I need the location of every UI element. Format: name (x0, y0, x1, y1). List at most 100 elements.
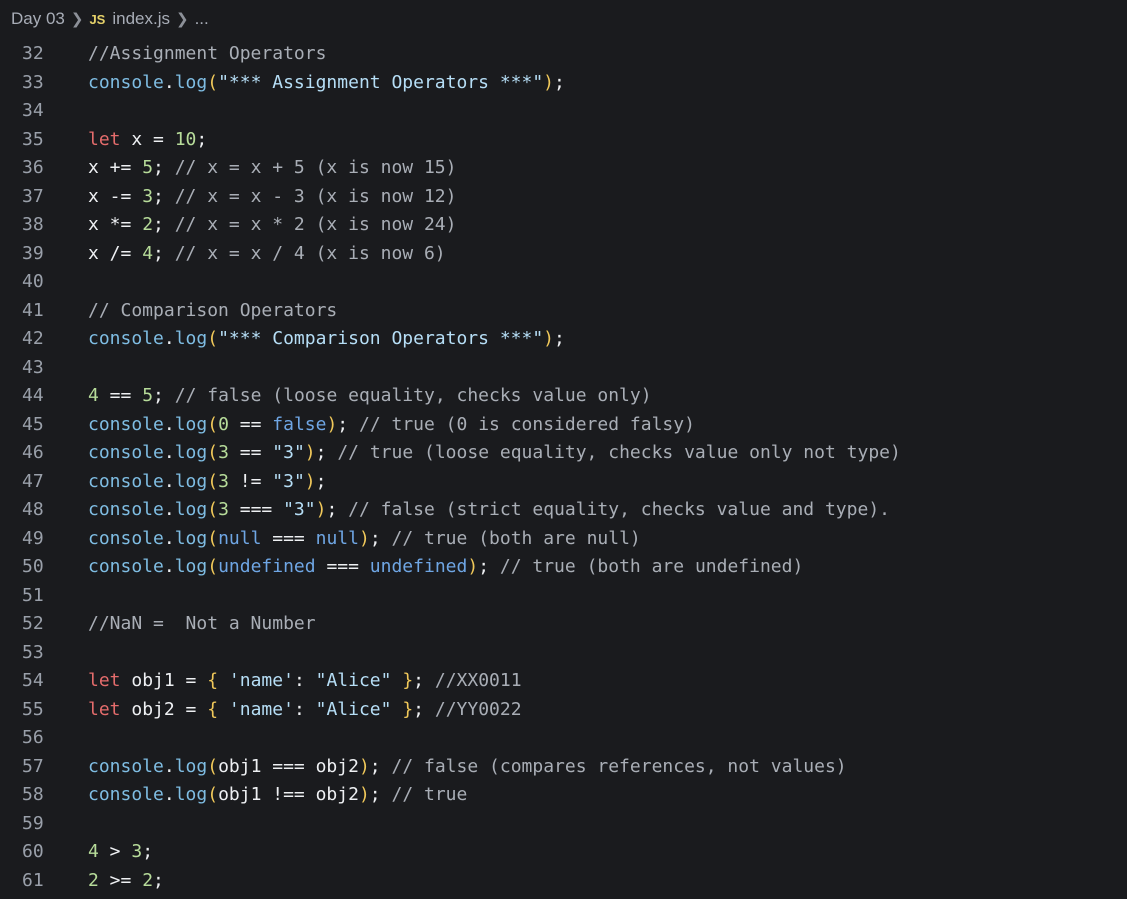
line-content: 4 > 3; (88, 838, 153, 867)
code-token: 2 (88, 869, 99, 891)
code-line[interactable]: 36 x += 5; // x = x + 5 (x is now 15) (0, 154, 1127, 183)
code-line[interactable]: 43 (0, 354, 1127, 383)
code-line[interactable]: 38 x *= 2; // x = x * 2 (x is now 24) (0, 211, 1127, 240)
code-token: ; (413, 698, 435, 720)
line-content: console.log(obj1 === obj2); // false (co… (88, 753, 847, 782)
code-area[interactable]: 32//Assignment Operators 33 console.log("*… (0, 40, 1127, 895)
code-token: 4 (142, 242, 154, 264)
code-token: . (163, 328, 175, 349)
code-line[interactable]: 57 console.log(obj1 === obj2); // false (… (0, 753, 1127, 782)
code-token: "3" (272, 442, 305, 463)
code-token: undefined (218, 556, 316, 577)
breadcrumb-folder[interactable]: Day 03 (11, 9, 65, 29)
code-line[interactable]: 42 console.log("*** Comparison Operators … (0, 325, 1127, 354)
code-token: . (163, 71, 175, 93)
code-token: . (163, 527, 175, 549)
code-token: 4 (88, 385, 99, 406)
line-content: console.log(3 != "3"); (88, 468, 326, 497)
code-line[interactable]: 50 console.log(undefined === undefined); … (0, 553, 1127, 582)
code-line[interactable]: 40 (0, 268, 1127, 297)
code-token: console (88, 442, 164, 463)
chevron-right-icon: ❯ (176, 11, 189, 28)
code-token: console (88, 71, 164, 93)
code-token: console (88, 499, 164, 520)
line-number: 45 (22, 413, 44, 435)
code-line[interactable]: 54 let obj1 = { 'name': "Alice" }; //XX00… (0, 667, 1127, 696)
code-token: 3 (218, 442, 229, 463)
breadcrumb-file[interactable]: index.js (112, 9, 170, 29)
line-number: 33 (22, 71, 44, 93)
code-token: 3 (131, 841, 143, 862)
code-token: null (218, 527, 262, 549)
code-token: ; (369, 527, 392, 549)
code-token: ( (207, 556, 219, 577)
code-token: ) (358, 784, 370, 805)
code-line[interactable]: 58 console.log(obj1 !== obj2); // true (0, 781, 1127, 810)
code-token: // x = x * 2 (x is now 24) (174, 214, 457, 235)
javascript-file-icon: JS (89, 11, 106, 27)
code-token: == (228, 413, 273, 435)
code-line[interactable]: 55 let obj2 = { 'name': "Alice" }; //YY00… (0, 696, 1127, 725)
line-content: console.log(0 == false); // true (0 is c… (88, 411, 695, 440)
code-line[interactable]: 44 4 == 5; // false (loose equality, chec… (0, 382, 1127, 411)
code-token: console (88, 413, 164, 435)
code-token: { (207, 670, 219, 691)
code-token: // x = x / 4 (x is now 6) (174, 242, 446, 264)
line-content: 2 >= 2; (88, 867, 164, 896)
code-line[interactable]: 41 // Comparison Operators (0, 297, 1127, 326)
code-line[interactable]: 34 (0, 97, 1127, 126)
breadcrumb-symbol[interactable]: ... (195, 9, 209, 29)
line-content: //NaN = Not a Number (88, 610, 316, 639)
code-line[interactable]: 59 (0, 810, 1127, 839)
code-line[interactable]: 48 console.log(3 === "3"); // false (stri… (0, 496, 1127, 525)
code-line[interactable]: 35 let x = 10; (0, 126, 1127, 155)
code-token: "3" (283, 499, 316, 520)
code-token: log (174, 470, 208, 492)
code-line[interactable]: 33 console.log("*** Assignment Operators … (0, 69, 1127, 98)
code-line[interactable]: 39 x /= 4; // x = x / 4 (x is now 6) (0, 240, 1127, 269)
code-token: } (402, 670, 414, 691)
line-content: x += 5; // x = x + 5 (x is now 15) (88, 154, 456, 183)
code-token: ( (207, 71, 219, 93)
line-number: 42 (22, 328, 44, 349)
code-token: ( (207, 413, 219, 435)
code-line[interactable]: 46 console.log(3 == "3"); // true (loose … (0, 439, 1127, 468)
code-token: console (88, 784, 164, 805)
code-token: x += (88, 157, 143, 178)
code-line[interactable]: 53 (0, 639, 1127, 668)
code-token: console (88, 470, 164, 492)
code-line[interactable]: 56 (0, 724, 1127, 753)
code-token: . (163, 755, 175, 777)
code-token: ; (326, 499, 349, 520)
code-line[interactable]: 45 console.log(0 == false); // true (0 is… (0, 411, 1127, 440)
code-token: obj1 === obj2 (218, 755, 359, 777)
line-content: console.log(3 == "3"); // true (loose eq… (88, 439, 901, 468)
line-content: console.log(null === null); // true (bot… (88, 525, 641, 554)
line-number: 36 (22, 157, 44, 178)
code-line[interactable]: 32 //Assignment Operators (0, 40, 1127, 69)
code-token: ) (326, 413, 338, 435)
line-number: 55 (22, 698, 44, 720)
code-line[interactable]: 37 x -= 3; // x = x - 3 (x is now 12) (0, 183, 1127, 212)
code-token: // false (loose equality, checks value o… (174, 385, 652, 406)
code-token: console (88, 755, 164, 777)
code-token: "*** Assignment Operators ***" (218, 71, 544, 93)
code-line[interactable]: 51 (0, 582, 1127, 611)
code-line[interactable]: 60 4 > 3; (0, 838, 1127, 867)
code-line[interactable]: 52 //NaN = Not a Number (0, 610, 1127, 639)
line-content: console.log("*** Comparison Operators **… (88, 325, 565, 354)
code-editor[interactable]: Day 03 ❯ JS index.js ❯ ... 32//Assignmen… (0, 0, 1127, 899)
code-token: 0 (218, 413, 229, 435)
code-token: === (261, 527, 316, 549)
code-token: 10 (174, 128, 197, 150)
code-line[interactable]: 47 console.log(3 != "3"); (0, 468, 1127, 497)
code-token: : (293, 670, 316, 691)
code-line[interactable]: 61 2 >= 2; (0, 867, 1127, 896)
code-token: x /= (88, 242, 143, 264)
code-token: x = (120, 128, 175, 150)
code-token: } (402, 698, 414, 720)
code-token: ) (358, 755, 370, 777)
code-token: ( (207, 527, 219, 549)
code-line[interactable]: 49 console.log(null === null); // true (b… (0, 525, 1127, 554)
